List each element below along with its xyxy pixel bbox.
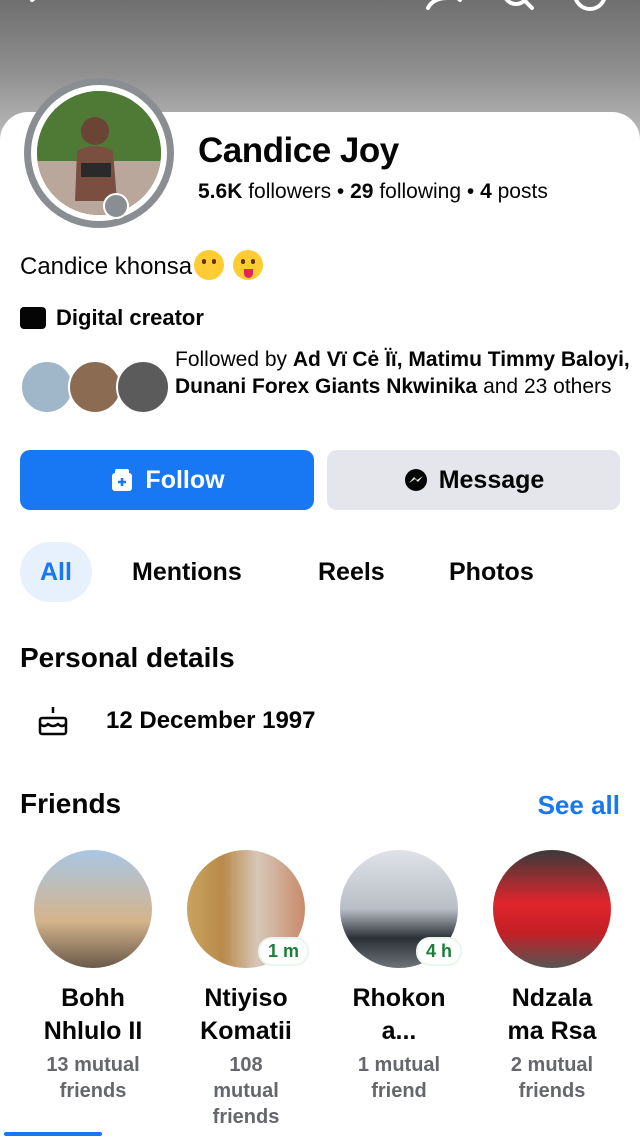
bottom-tab-indicator bbox=[4, 1132, 102, 1136]
birthday-row: 12 December 1997 bbox=[36, 704, 315, 738]
friend-name-line-1: Rhokon bbox=[352, 984, 446, 1012]
friend-card[interactable]: 4 h Rhokon a... 1 mutual friend bbox=[324, 850, 474, 1104]
friend-mutual: 2 mutual friends bbox=[477, 1052, 627, 1104]
followed-by-text: Followed by Ad Vï Cė Ïï, Matimu Timmy Ba… bbox=[175, 346, 630, 400]
lock-icon bbox=[103, 193, 129, 219]
following-count[interactable]: 29 bbox=[350, 180, 373, 203]
mutual-avatars bbox=[20, 360, 170, 416]
friend-name-line-1: Ndzala bbox=[511, 984, 593, 1012]
followed-by-suffix[interactable]: and 23 others bbox=[477, 375, 611, 398]
share-icon[interactable] bbox=[422, 0, 462, 16]
friend-card[interactable]: 1 m Ntiyiso Komatii 108 mutual friends bbox=[171, 850, 321, 1130]
personal-details-title: Personal details bbox=[20, 642, 235, 673]
tab-mentions[interactable]: Mentions bbox=[132, 542, 242, 602]
follow-label: Follow bbox=[145, 465, 225, 494]
stats-separator-2: • bbox=[466, 180, 475, 203]
profile-stats: 5.6K followers • 29 following • 4 posts bbox=[198, 180, 548, 204]
followers-label[interactable]: followers bbox=[248, 180, 331, 203]
category-label: Digital creator bbox=[56, 305, 204, 330]
profile-name: Candice Joy bbox=[198, 131, 399, 170]
friend-name-line-1: Ntiyiso bbox=[204, 984, 288, 1012]
birthday-text: 12 December 1997 bbox=[106, 707, 316, 734]
friend-mutual-line-1: 1 mutual bbox=[357, 1054, 441, 1076]
friend-mutual-line-2: mutual bbox=[213, 1080, 279, 1102]
friend-mutual-line-3: friends bbox=[212, 1106, 280, 1128]
friend-name: Bohh Nhlulo II bbox=[18, 982, 168, 1048]
friend-mutual-line-2: friends bbox=[518, 1080, 586, 1102]
friend-mutual: 108 mutual friends bbox=[171, 1052, 321, 1130]
friend-mutual-line-2: friends bbox=[59, 1080, 127, 1102]
friend-photo bbox=[34, 850, 152, 968]
friend-mutual-line-1: 13 mutual bbox=[46, 1054, 140, 1076]
friend-name-line-2: Komatii bbox=[200, 1017, 292, 1045]
friend-name-line-1: Bohh bbox=[61, 984, 125, 1012]
friends-title: Friends bbox=[20, 788, 122, 819]
stats-separator-1: • bbox=[336, 180, 345, 203]
friend-name-line-2: a... bbox=[381, 1017, 417, 1045]
message-label: Message bbox=[438, 465, 545, 494]
friend-name: Rhokon a... bbox=[324, 982, 474, 1048]
friend-mutual: 1 mutual friend bbox=[324, 1052, 474, 1104]
friend-name: Ntiyiso Komatii bbox=[171, 982, 321, 1048]
friend-mutual-line-1: 2 mutual bbox=[510, 1054, 594, 1076]
following-label[interactable]: following bbox=[379, 180, 461, 203]
profile-avatar[interactable] bbox=[24, 78, 174, 228]
back-arrow-icon[interactable] bbox=[20, 0, 60, 16]
mutual-avatar bbox=[68, 360, 122, 414]
profile-bio: Candice khonsa bbox=[20, 250, 263, 281]
friend-photo bbox=[493, 850, 611, 968]
friend-mutual-line-2: friend bbox=[371, 1080, 427, 1102]
tab-reels[interactable]: Reels bbox=[318, 542, 385, 602]
profile-category: Digital creator bbox=[20, 305, 204, 331]
messenger-icon bbox=[404, 469, 427, 491]
see-all-friends-link[interactable]: See all bbox=[538, 790, 620, 821]
more-icon[interactable] bbox=[570, 0, 610, 16]
friend-photo: 4 h bbox=[340, 850, 462, 968]
tab-photos[interactable]: Photos bbox=[449, 542, 534, 602]
message-button[interactable]: Message bbox=[327, 450, 620, 510]
friend-mutual-line-1: 108 bbox=[229, 1054, 263, 1076]
search-icon[interactable] bbox=[498, 0, 538, 16]
friend-active-badge: 4 h bbox=[415, 937, 462, 966]
friend-name-line-2: ma Rsa bbox=[507, 1017, 597, 1045]
follow-icon bbox=[112, 469, 133, 491]
tab-all[interactable]: All bbox=[20, 542, 92, 602]
top-bar bbox=[0, 0, 640, 16]
follow-button[interactable]: Follow bbox=[20, 450, 314, 510]
friend-name-line-2: Nhlulo II bbox=[43, 1017, 143, 1045]
clapperboard-icon bbox=[20, 307, 46, 329]
kissing-emoji-icon bbox=[194, 250, 225, 280]
bio-text: Candice khonsa bbox=[20, 253, 193, 280]
mutual-avatar bbox=[116, 360, 170, 414]
posts-label: posts bbox=[497, 180, 548, 203]
avatar-photo bbox=[37, 91, 161, 215]
friend-photo: 1 m bbox=[187, 850, 309, 968]
friend-name: Ndzala ma Rsa bbox=[477, 982, 627, 1048]
profile-tabs: All Mentions Reels Photos bbox=[20, 542, 630, 602]
mutual-avatar bbox=[20, 360, 74, 414]
avatar-figure bbox=[37, 91, 161, 215]
followers-count[interactable]: 5.6K bbox=[198, 180, 242, 203]
friend-mutual: 13 mutual friends bbox=[18, 1052, 168, 1104]
friend-card[interactable]: Ndzala ma Rsa 2 mutual friends bbox=[477, 850, 627, 1104]
followed-by[interactable]: Followed by Ad Vï Cė Ïï, Matimu Timmy Ba… bbox=[20, 346, 630, 432]
cake-icon bbox=[38, 707, 68, 736]
followed-by-prefix: Followed by bbox=[175, 348, 293, 371]
friend-card[interactable]: Bohh Nhlulo II 13 mutual friends bbox=[18, 850, 168, 1104]
posts-count: 4 bbox=[480, 180, 492, 203]
friend-active-badge: 1 m bbox=[257, 937, 309, 966]
tongue-emoji-icon bbox=[232, 250, 263, 280]
